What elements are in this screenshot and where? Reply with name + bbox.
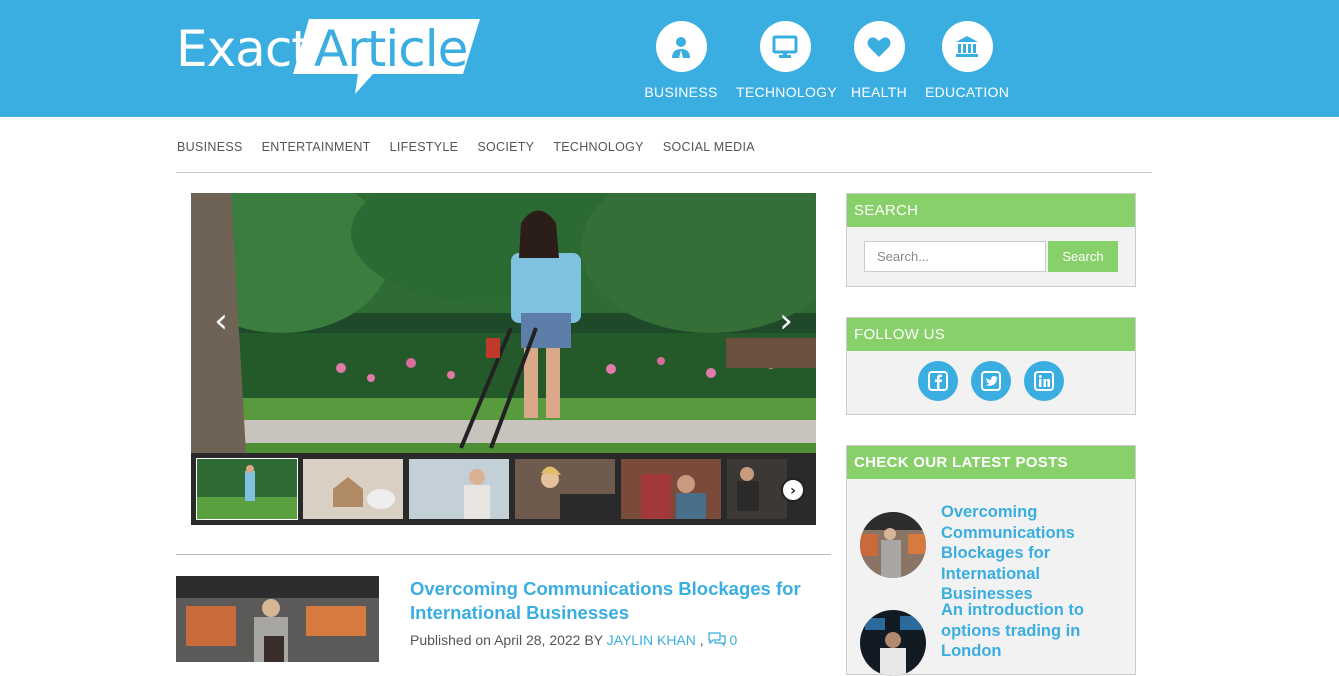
slider-thumbnails — [191, 453, 816, 525]
facebook-link[interactable] — [918, 361, 958, 401]
nav-divider — [176, 172, 1152, 173]
top-category-business[interactable]: BUSINESS — [642, 21, 720, 100]
slider-thumbnail[interactable] — [727, 459, 787, 519]
article-meta: Published on April 28, 2022 BY JAYLIN KH… — [410, 632, 737, 648]
nav-item-lifestyle[interactable]: LIFESTYLE — [390, 140, 459, 156]
slider-thumbnail[interactable] — [196, 458, 298, 520]
heart-icon — [853, 21, 905, 72]
top-category-health[interactable]: HEALTH — [850, 21, 908, 100]
slider-thumbnail[interactable] — [303, 459, 403, 519]
comments-link[interactable]: 0 — [707, 632, 738, 648]
top-category-label: EDUCATION — [925, 84, 1010, 100]
twitter-link[interactable] — [971, 361, 1011, 401]
latest-post-title[interactable]: Overcoming Communications Blockages for … — [941, 502, 1111, 605]
nav-item-entertainment[interactable]: ENTERTAINMENT — [262, 140, 371, 156]
slide-image[interactable] — [191, 193, 816, 453]
top-category-label: TECHNOLOGY — [736, 84, 838, 100]
slider-thumbnail[interactable] — [409, 459, 509, 519]
article-author-link[interactable]: JAYLIN KHAN — [607, 632, 696, 648]
article-thumbnail[interactable] — [176, 576, 379, 662]
comment-count: 0 — [729, 632, 738, 648]
nav-item-social-media[interactable]: SOCIAL MEDIA — [663, 140, 755, 156]
twitter-icon — [981, 371, 1001, 391]
top-category-technology[interactable]: TECHNOLOGY — [736, 21, 838, 100]
linkedin-link[interactable] — [1024, 361, 1064, 401]
logo-text-exact: Exact — [176, 20, 311, 78]
site-header: Exact Article BUSINESS TECHNOLOGY HEALTH… — [0, 0, 1339, 117]
thumbnail-next-button[interactable]: › — [781, 478, 805, 502]
facebook-icon — [928, 371, 948, 391]
logo-text-article: Article — [314, 20, 468, 78]
site-logo[interactable]: Exact Article — [176, 16, 481, 96]
slider-prev-button[interactable]: ‹ — [209, 303, 233, 339]
widget-heading: SEARCH — [847, 194, 1135, 227]
published-date: Published on April 28, 2022 BY — [410, 632, 603, 648]
latest-post-thumbnail[interactable] — [860, 610, 926, 676]
widget-heading: FOLLOW US — [847, 318, 1135, 351]
search-button[interactable]: Search — [1048, 241, 1118, 272]
linkedin-icon — [1034, 371, 1054, 391]
comments-icon — [707, 632, 726, 647]
search-widget: SEARCH Search... Search — [846, 193, 1136, 287]
slider-next-button[interactable]: › — [774, 303, 798, 339]
business-person-icon — [655, 21, 707, 72]
top-category-education[interactable]: EDUCATION — [925, 21, 1009, 100]
top-category-label: BUSINESS — [644, 84, 718, 100]
latest-posts-widget: CHECK OUR LATEST POSTS Overcoming Commun… — [846, 445, 1136, 676]
slider-thumbnail[interactable] — [621, 459, 721, 519]
institution-icon — [941, 21, 993, 72]
featured-slider[interactable]: ‹ › › — [191, 193, 816, 525]
widget-heading: CHECK OUR LATEST POSTS — [847, 446, 1135, 479]
article-title-link[interactable]: Overcoming Communications Blockages for … — [410, 577, 820, 625]
meta-separator: , — [699, 632, 704, 648]
latest-post-thumbnail[interactable] — [860, 512, 926, 578]
slider-thumbnail[interactable] — [515, 459, 615, 519]
monitor-icon — [759, 21, 811, 72]
search-input[interactable]: Search... — [864, 241, 1046, 272]
latest-post-title[interactable]: An introduction to options trading in Lo… — [941, 600, 1111, 662]
main-nav: BUSINESS ENTERTAINMENT LIFESTYLE SOCIETY… — [177, 140, 774, 156]
follow-widget: FOLLOW US — [846, 317, 1136, 415]
top-category-label: HEALTH — [851, 84, 907, 100]
nav-item-business[interactable]: BUSINESS — [177, 140, 243, 156]
nav-item-technology[interactable]: TECHNOLOGY — [553, 140, 644, 156]
nav-item-society[interactable]: SOCIETY — [477, 140, 534, 156]
content-divider — [176, 554, 831, 555]
